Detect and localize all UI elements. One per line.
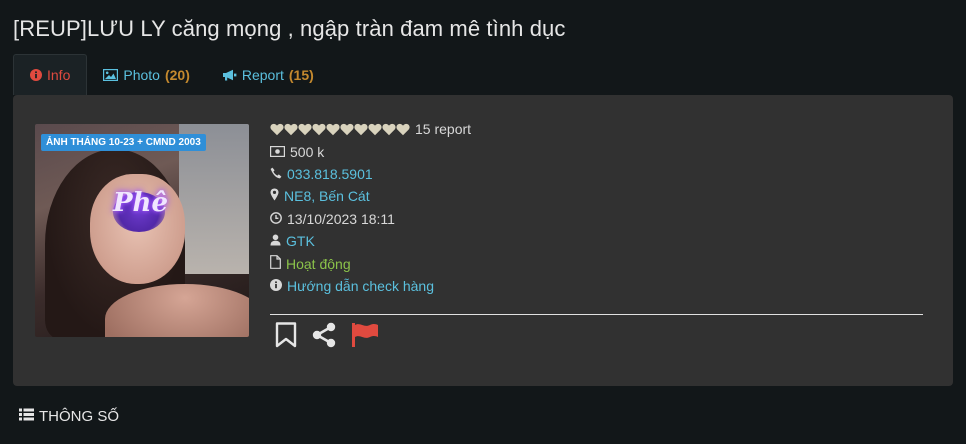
list-icon	[19, 408, 34, 425]
price-value: 500 k	[290, 143, 325, 160]
tab-photo[interactable]: Photo (20)	[87, 54, 206, 95]
profile-photo[interactable]: Phê ẢNH THÁNG 10-23 + CMND 2003	[35, 124, 249, 337]
map-marker-icon	[270, 188, 279, 204]
heart-icon	[270, 123, 284, 135]
bullhorn-icon	[222, 69, 237, 81]
heart-rating	[270, 123, 410, 136]
status-row: Hoạt động	[270, 252, 930, 274]
tab-photo-label: Photo	[123, 66, 160, 83]
share-icon[interactable]	[311, 322, 337, 348]
clock-icon	[270, 211, 282, 227]
guide-link[interactable]: Hướng dẫn check hàng	[287, 278, 434, 294]
action-bar	[275, 322, 379, 348]
page-title: [REUP]LƯU LY căng mọng , ngập tràn đam m…	[13, 16, 566, 41]
heart-icon	[354, 123, 368, 135]
heart-icon	[312, 123, 326, 135]
profile-card: Phê ẢNH THÁNG 10-23 + CMND 2003 15 repor…	[13, 95, 953, 386]
heart-icon	[382, 123, 396, 135]
tab-info-label: Info	[47, 67, 71, 83]
status-value: Hoạt động	[286, 255, 351, 272]
bookmark-icon[interactable]	[275, 322, 297, 348]
divider	[270, 314, 923, 315]
phone-row: 033.818.5901	[270, 163, 930, 185]
date-row: 13/10/2023 18:11	[270, 208, 930, 230]
tab-bar: Info Photo (20) Report (15)	[13, 54, 330, 95]
heart-icon	[368, 123, 382, 135]
section-header: THÔNG SỐ	[19, 408, 119, 425]
user-row: GTK	[270, 230, 930, 252]
image-icon	[103, 68, 119, 81]
rating-row: 15 report	[270, 118, 930, 140]
location-row: NE8, Bến Cát	[270, 185, 930, 207]
phone-link[interactable]: 033.818.5901	[287, 166, 373, 182]
tab-report-label: Report	[241, 66, 284, 83]
profile-info: 15 report 500 k 033.818.5901 NE8, Bến Cá…	[270, 118, 930, 297]
report-count: 15 report	[415, 121, 472, 138]
file-icon	[270, 255, 281, 272]
heart-icon	[396, 123, 410, 135]
tab-info[interactable]: Info	[13, 54, 88, 95]
heart-icon	[298, 123, 312, 135]
heart-icon	[340, 123, 354, 135]
phone-icon	[270, 166, 282, 182]
tab-photo-count: (20)	[164, 66, 190, 83]
date-value: 13/10/2023 18:11	[287, 210, 395, 227]
heart-icon	[326, 123, 340, 135]
section-title: THÔNG SỐ	[39, 408, 120, 425]
price-row: 500 k	[270, 140, 930, 162]
heart-icon	[284, 123, 298, 135]
info-circle-icon	[270, 278, 282, 294]
money-icon	[270, 144, 286, 160]
user-link[interactable]: GTK	[286, 233, 315, 249]
tab-report[interactable]: Report (15)	[206, 54, 330, 95]
flag-icon[interactable]	[351, 322, 379, 348]
info-circle-icon	[30, 69, 42, 81]
guide-row: Hướng dẫn check hàng	[270, 275, 930, 297]
tab-report-count: (15)	[288, 66, 314, 83]
user-icon	[270, 233, 281, 249]
photo-badge: ẢNH THÁNG 10-23 + CMND 2003	[41, 134, 206, 151]
photo-overlay-text: Phê	[113, 188, 168, 218]
location-link[interactable]: NE8, Bến Cát	[284, 188, 370, 204]
